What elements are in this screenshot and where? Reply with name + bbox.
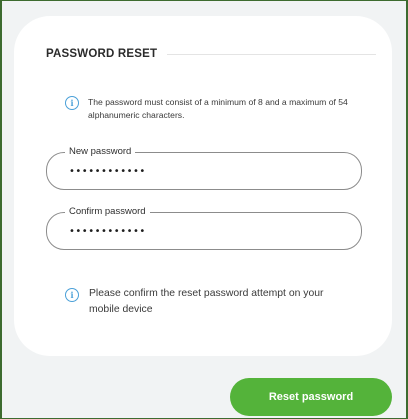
mobile-note-text: Please confirm the reset password attemp… <box>89 288 324 315</box>
card-title: PASSWORD RESET <box>46 48 158 60</box>
confirm-password-input[interactable] <box>69 222 339 240</box>
password-requirement-note: i The password must consist of a minimum… <box>65 96 365 122</box>
requirement-text: The password must consist of a minimum o… <box>88 97 348 120</box>
mobile-confirmation-note: i Please confirm the reset password atte… <box>65 286 335 318</box>
new-password-label: New password <box>65 145 136 159</box>
reset-password-button[interactable]: Reset password <box>230 378 392 416</box>
new-password-field[interactable]: New password <box>46 145 362 190</box>
card-header: PASSWORD RESET <box>46 46 376 62</box>
info-icon: i <box>65 288 79 302</box>
confirm-password-label: Confirm password <box>65 205 150 219</box>
info-icon: i <box>65 96 79 110</box>
title-divider <box>167 53 376 55</box>
password-reset-card: PASSWORD RESET i The password must consi… <box>14 16 392 356</box>
new-password-input[interactable] <box>69 162 339 180</box>
confirm-password-field[interactable]: Confirm password <box>46 205 362 250</box>
